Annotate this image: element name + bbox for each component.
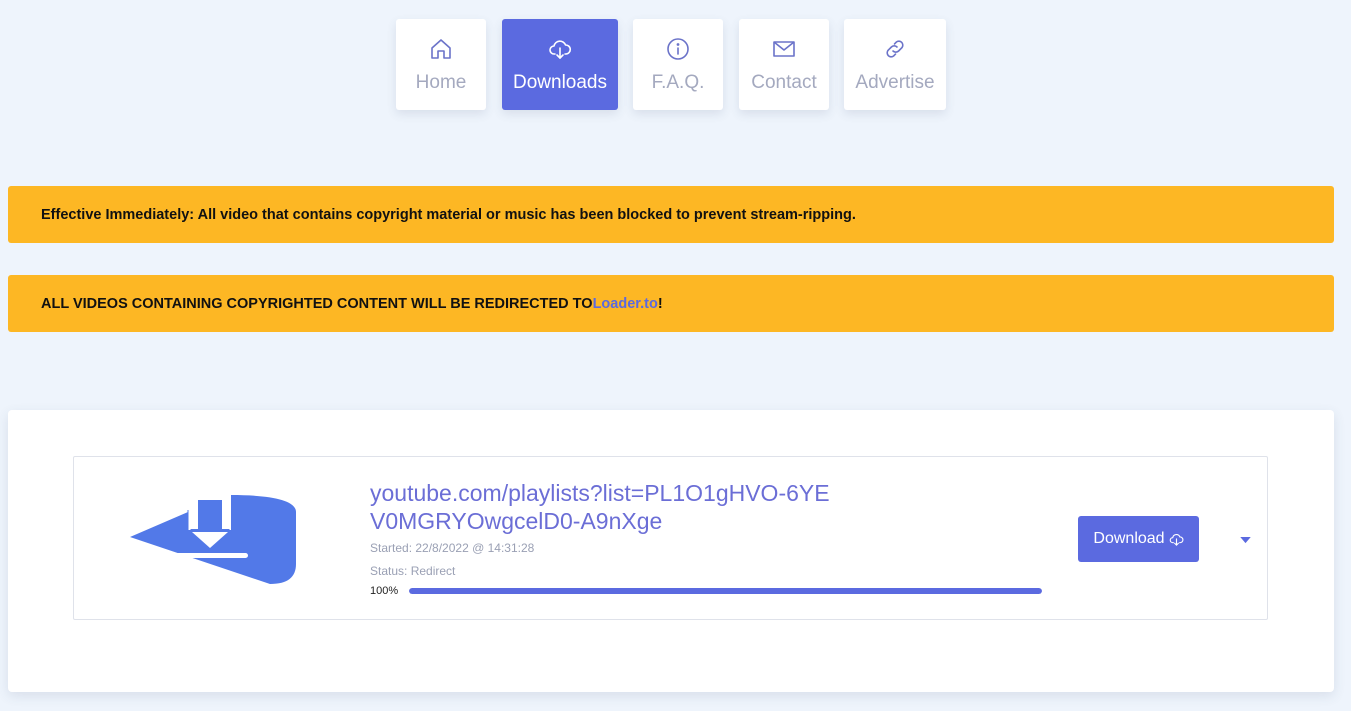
cloud-download-icon <box>1169 532 1184 547</box>
progress-percent: 100% <box>370 585 399 597</box>
status-text: Status: Redirect <box>370 564 456 578</box>
nav-item-downloads[interactable]: Downloads <box>502 19 618 110</box>
download-item: youtube.com/playlists?list=PL1O1gHVO-6YE… <box>73 456 1268 620</box>
nav-item-home[interactable]: Home <box>396 19 486 110</box>
nav-item-contact[interactable]: Contact <box>739 19 829 110</box>
chevron-down-icon[interactable] <box>1238 535 1252 545</box>
link-icon <box>882 36 908 62</box>
home-icon <box>428 36 454 62</box>
nav-label: F.A.Q. <box>651 72 705 93</box>
nav-label: Downloads <box>513 72 607 93</box>
download-logo-icon <box>130 492 296 584</box>
nav-item-advertise[interactable]: Advertise <box>844 19 946 110</box>
nav-label: Contact <box>751 72 817 93</box>
notice-text: Effective Immediately: All video that co… <box>41 206 856 223</box>
info-circle-icon <box>665 36 691 62</box>
loader-link[interactable]: Loader.to <box>593 296 658 312</box>
nav-item-faq[interactable]: F.A.Q. <box>633 19 723 110</box>
download-button[interactable]: Download <box>1078 516 1199 562</box>
progress-bar-fill <box>409 588 1042 594</box>
started-timestamp: Started: 22/8/2022 @ 14:31:28 <box>370 541 535 555</box>
download-info: youtube.com/playlists?list=PL1O1gHVO-6YE… <box>370 479 1050 597</box>
cloud-download-icon <box>547 36 573 62</box>
notice-text-suffix: ! <box>657 295 663 312</box>
downloads-card: youtube.com/playlists?list=PL1O1gHVO-6YE… <box>8 410 1334 692</box>
copyright-notice-banner: Effective Immediately: All video that co… <box>8 186 1334 243</box>
progress-bar <box>409 588 1042 594</box>
nav-label: Home <box>415 72 467 93</box>
mail-icon <box>771 36 797 62</box>
redirect-notice-banner: ALL VIDEOS CONTAINING COPYRIGHTED CONTEN… <box>8 275 1334 332</box>
notice-text-prefix: ALL VIDEOS CONTAINING COPYRIGHTED CONTEN… <box>41 295 593 312</box>
nav-label: Advertise <box>855 72 935 93</box>
video-url-link[interactable]: youtube.com/playlists?list=PL1O1gHVO-6YE… <box>370 479 830 535</box>
progress-row: 100% <box>370 585 1050 597</box>
download-button-label: Download <box>1093 530 1165 547</box>
